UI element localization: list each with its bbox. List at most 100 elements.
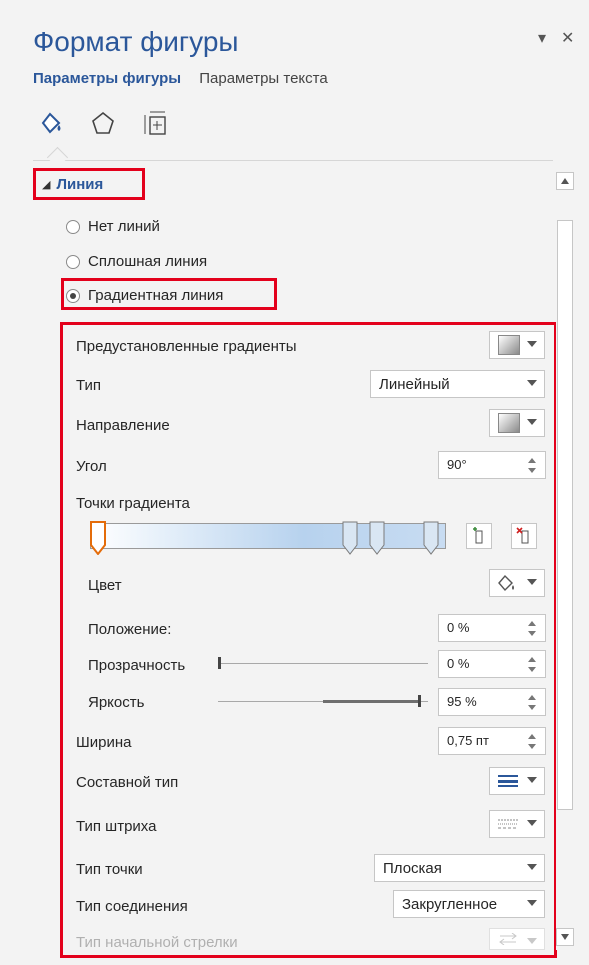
collapse-triangle-icon: ◢ (42, 178, 51, 191)
type-dropdown[interactable]: Линейный (370, 370, 545, 398)
preset-gradients-dropdown[interactable] (489, 331, 545, 359)
position-spinner[interactable]: 0 % (438, 614, 546, 642)
direction-label: Направление (76, 417, 170, 434)
divider (33, 160, 553, 161)
brightness-slider-fill (323, 700, 418, 703)
chevron-down-icon (527, 341, 537, 347)
add-stop-icon (473, 527, 483, 544)
chevron-down-icon (527, 938, 537, 944)
dash-type-label: Тип штриха (76, 818, 157, 835)
brightness-value: 95 % (447, 694, 477, 709)
cap-type-label: Тип точки (76, 861, 143, 878)
radio-button[interactable] (66, 219, 80, 234)
spin-up-icon[interactable] (528, 621, 536, 626)
scrollbar-thumb[interactable] (557, 220, 573, 810)
spin-up-icon[interactable] (528, 458, 536, 463)
brightness-slider-thumb[interactable] (417, 695, 421, 707)
gradient-stop-handle[interactable] (423, 521, 439, 555)
chevron-down-icon (527, 419, 537, 425)
radio-no-line[interactable]: Нет линий (66, 218, 160, 235)
cap-type-dropdown[interactable]: Плоская (374, 854, 545, 882)
type-label: Тип (76, 377, 102, 394)
fill-line-icon[interactable] (36, 108, 66, 138)
radio-solid-line[interactable]: Сплошная линия (66, 253, 207, 270)
chevron-down-icon (527, 380, 537, 386)
section-line-header[interactable]: ◢ Линия (33, 168, 145, 200)
compound-type-label: Составной тип (76, 774, 179, 791)
paint-bucket-icon (498, 574, 514, 592)
begin-arrow-dropdown[interactable] (489, 928, 545, 950)
effects-pentagon-icon[interactable] (88, 108, 118, 138)
angle-spinner[interactable]: 90° (438, 451, 546, 479)
width-value: 0,75 пт (447, 733, 489, 748)
join-type-dropdown[interactable]: Закругленное (393, 890, 545, 918)
gradient-swatch-icon (498, 413, 520, 433)
gradient-stops-bar[interactable] (90, 523, 446, 549)
chevron-down-icon (527, 820, 537, 826)
angle-label: Угол (76, 458, 107, 475)
pane-options-icon[interactable]: ▾ (538, 28, 546, 48)
chevron-down-icon (527, 579, 537, 585)
chevron-down-icon (527, 864, 537, 870)
category-icons (36, 106, 170, 140)
scroll-down-button[interactable] (556, 928, 574, 946)
chevron-down-icon (527, 900, 537, 906)
brightness-spinner[interactable]: 95 % (438, 688, 546, 716)
compound-lines-icon (498, 775, 518, 787)
highlight-gradient-option (61, 278, 277, 310)
gradient-stop-handle[interactable] (90, 521, 106, 556)
spin-up-icon[interactable] (528, 695, 536, 700)
dash-type-dropdown[interactable] (489, 810, 545, 838)
radio-label: Нет линий (88, 218, 160, 235)
compound-type-dropdown[interactable] (489, 767, 545, 795)
scroll-up-icon (561, 178, 569, 184)
active-category-notch (46, 146, 69, 169)
cap-type-value: Плоская (383, 859, 442, 877)
spin-down-icon[interactable] (528, 705, 536, 710)
tab-text-options[interactable]: Параметры текста (199, 70, 327, 87)
gradient-swatch-icon (498, 335, 520, 355)
tab-shape-options[interactable]: Параметры фигуры (33, 70, 181, 87)
position-label: Положение: (88, 621, 172, 638)
dash-lines-icon (498, 819, 518, 829)
angle-value: 90° (447, 457, 467, 472)
width-spinner[interactable]: 0,75 пт (438, 727, 546, 755)
type-value: Линейный (379, 375, 450, 393)
direction-dropdown[interactable] (489, 409, 545, 437)
scroll-down-icon (561, 934, 569, 940)
scroll-up-button[interactable] (556, 172, 574, 190)
spin-down-icon[interactable] (528, 468, 536, 473)
chevron-down-icon (527, 777, 537, 783)
gradient-stops-label: Точки градиента (76, 495, 190, 512)
transparency-slider-track[interactable] (218, 663, 428, 664)
color-label: Цвет (88, 577, 122, 594)
arrow-type-icon (499, 933, 517, 945)
brightness-label: Яркость (88, 694, 145, 711)
spin-down-icon[interactable] (528, 744, 536, 749)
size-properties-icon[interactable] (140, 108, 170, 138)
add-stop-button[interactable] (466, 523, 492, 549)
radio-label: Сплошная линия (88, 253, 208, 270)
radio-button[interactable] (66, 254, 80, 269)
preset-gradients-label: Предустановленные градиенты (76, 338, 297, 355)
spin-down-icon[interactable] (528, 631, 536, 636)
transparency-slider-thumb[interactable] (218, 657, 221, 669)
width-label: Ширина (76, 734, 132, 751)
transparency-value: 0 % (447, 656, 470, 671)
gradient-stop-handle[interactable] (369, 521, 385, 555)
section-line-title: Линия (56, 175, 104, 193)
spin-up-icon[interactable] (528, 734, 536, 739)
begin-arrow-label: Тип начальной стрелки (76, 934, 238, 951)
remove-stop-button[interactable] (511, 523, 537, 549)
pane-title: Формат фигуры (33, 26, 239, 57)
format-shape-pane: Формат фигуры ▾ ✕ Параметры фигуры Парам… (0, 0, 589, 965)
close-icon[interactable]: ✕ (561, 28, 574, 48)
spin-up-icon[interactable] (528, 657, 536, 662)
gradient-stop-handle[interactable] (342, 521, 358, 555)
spin-down-icon[interactable] (528, 667, 536, 672)
pane-tabs: Параметры фигуры Параметры текста (33, 70, 328, 87)
position-value: 0 % (447, 620, 470, 635)
color-dropdown[interactable] (489, 569, 545, 597)
transparency-spinner[interactable]: 0 % (438, 650, 546, 678)
join-type-label: Тип соединения (76, 898, 188, 915)
